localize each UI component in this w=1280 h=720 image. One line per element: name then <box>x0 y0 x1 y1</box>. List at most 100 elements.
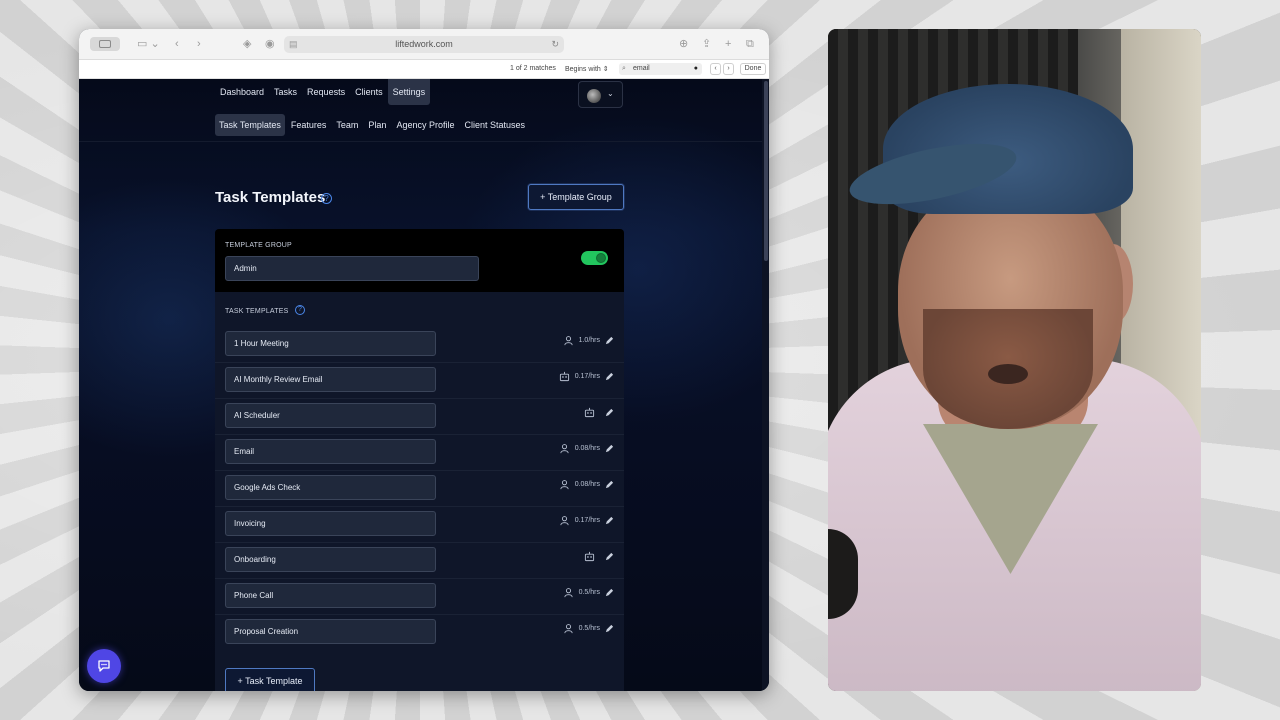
webcam-mouth <box>988 364 1028 384</box>
template-group-enabled-toggle[interactable] <box>581 251 608 265</box>
nav-requests[interactable]: Requests <box>302 79 350 105</box>
find-mode-label: Begins with <box>565 66 601 73</box>
toggle-knob <box>596 253 606 263</box>
find-done-button[interactable]: Done <box>740 63 766 75</box>
add-template-group-button[interactable]: + Template Group <box>528 184 624 210</box>
pencil-icon[interactable] <box>605 444 614 453</box>
list-item: AI Monthly Review Email 0.17/hrs <box>215 363 624 399</box>
task-template-name-input[interactable]: Onboarding <box>225 547 436 572</box>
nav-tasks[interactable]: Tasks <box>269 79 302 105</box>
forward-icon[interactable]: › <box>197 37 201 51</box>
pencil-icon[interactable] <box>605 336 614 345</box>
add-task-template-button[interactable]: + Task Template <box>225 668 315 691</box>
find-next-button[interactable]: › <box>723 63 734 75</box>
page-icon: ▤ <box>289 39 298 49</box>
nav-settings[interactable]: Settings <box>387 79 431 105</box>
pencil-icon[interactable] <box>605 624 614 633</box>
find-mode-select[interactable]: Begins with ⇕ <box>565 65 609 73</box>
help-icon[interactable]: ? <box>321 193 332 204</box>
find-input[interactable]: ⌕ email ● <box>619 63 702 75</box>
clear-icon[interactable]: ● <box>694 63 698 75</box>
person-icon <box>559 443 570 454</box>
task-template-meta: 0.5/hrs <box>563 587 614 598</box>
nav-dashboard[interactable]: Dashboard <box>215 79 269 105</box>
new-tab-icon[interactable]: + <box>725 37 731 51</box>
pencil-icon[interactable] <box>605 408 614 417</box>
user-menu-button[interactable]: ⌄ <box>578 81 623 108</box>
tab-overview-icon[interactable]: ▭ ⌄ <box>137 37 160 51</box>
task-template-meta: 0.5/hrs <box>563 623 614 634</box>
template-group-name-input[interactable]: Admin <box>225 256 479 281</box>
person-icon <box>559 479 570 490</box>
pencil-icon[interactable] <box>605 480 614 489</box>
task-template-name-input[interactable]: AI Monthly Review Email <box>225 367 436 392</box>
share-icon[interactable]: ⇪ <box>702 37 711 51</box>
template-group-header: TEMPLATE GROUP Admin <box>215 229 624 292</box>
task-template-hours: 0.5/hrs <box>578 589 600 596</box>
tab-agency-profile[interactable]: Agency Profile <box>392 114 458 136</box>
address-bar[interactable]: ▤ liftedwork.com ↻ <box>284 36 564 53</box>
tab-client-statuses[interactable]: Client Statuses <box>460 114 529 136</box>
list-item: Onboarding <box>215 543 624 579</box>
task-templates-help-icon[interactable]: ? <box>295 305 305 315</box>
task-template-meta: 0.17/hrs <box>559 515 614 526</box>
task-template-name-input[interactable]: 1 Hour Meeting <box>225 331 436 356</box>
back-icon[interactable]: ‹ <box>175 37 179 51</box>
settings-subnav: Task Templates Features Team Plan Agency… <box>215 114 529 136</box>
pencil-icon[interactable] <box>605 552 614 561</box>
task-template-name-input[interactable]: Email <box>225 439 436 464</box>
reload-icon[interactable]: ↻ <box>551 36 559 53</box>
list-item: Google Ads Check 0.08/hrs <box>215 471 624 507</box>
tabs-icon[interactable]: ⧉ <box>746 37 754 51</box>
task-template-meta: 1.0/hrs <box>563 335 614 346</box>
task-template-hours: 0.5/hrs <box>578 625 600 632</box>
sidebar-toggle-icon[interactable] <box>90 37 120 51</box>
tab-plan[interactable]: Plan <box>364 114 390 136</box>
tab-task-templates[interactable]: Task Templates <box>215 114 285 136</box>
task-template-name-input[interactable]: Proposal Creation <box>225 619 436 644</box>
list-item: 1 Hour Meeting 1.0/hrs <box>215 327 624 363</box>
browser-toolbar: ▭ ⌄ ‹ › ◈ ◉ ▤ liftedwork.com ↻ ⊕ ⇪ + ⧉ <box>79 29 769 60</box>
pencil-icon[interactable] <box>605 588 614 597</box>
pencil-icon[interactable] <box>605 516 614 525</box>
add-template-group-label: Template Group <box>547 192 612 202</box>
avatar <box>587 89 601 103</box>
task-template-hours: 0.17/hrs <box>574 373 600 380</box>
download-icon[interactable]: ⊕ <box>679 37 688 51</box>
tab-features[interactable]: Features <box>287 114 331 136</box>
task-template-meta: 0.17/hrs <box>559 371 614 382</box>
person-icon <box>563 335 574 346</box>
page-title: Task Templates <box>215 189 326 206</box>
robot-icon <box>584 407 595 418</box>
robot-icon <box>559 371 570 382</box>
nav-clients[interactable]: Clients <box>350 79 388 105</box>
extension-icon[interactable]: ◉ <box>265 37 275 51</box>
find-bar: 1 of 2 matches Begins with ⇕ ⌕ email ● ‹… <box>79 60 769 79</box>
webcam-feed <box>828 29 1201 691</box>
task-template-name-input[interactable]: Phone Call <box>225 583 436 608</box>
chat-button[interactable] <box>87 649 121 683</box>
list-item: AI Scheduler <box>215 399 624 435</box>
browser-window: ▭ ⌄ ‹ › ◈ ◉ ▤ liftedwork.com ↻ ⊕ ⇪ + ⧉ 1… <box>79 29 769 691</box>
task-template-name-input[interactable]: AI Scheduler <box>225 403 436 428</box>
find-count: 1 of 2 matches <box>510 65 556 72</box>
task-template-hours: 1.0/hrs <box>578 337 600 344</box>
task-template-meta <box>584 407 614 418</box>
list-item: Phone Call 0.5/hrs <box>215 579 624 615</box>
person-icon <box>563 587 574 598</box>
task-template-name-input[interactable]: Google Ads Check <box>225 475 436 500</box>
template-group-card: TEMPLATE GROUP Admin TASK TEMPLATES ? 1 … <box>215 229 624 691</box>
list-item: Proposal Creation 0.5/hrs <box>215 615 624 651</box>
add-task-template-label: Task Template <box>245 676 303 686</box>
list-item: Email 0.08/hrs <box>215 435 624 471</box>
shield-icon[interactable]: ◈ <box>243 37 251 51</box>
task-template-name-input[interactable]: Invoicing <box>225 511 436 536</box>
scrollbar-thumb[interactable] <box>764 81 768 261</box>
search-icon: ⌕ <box>622 65 626 72</box>
pencil-icon[interactable] <box>605 372 614 381</box>
find-query: email <box>633 65 650 72</box>
find-prev-button[interactable]: ‹ <box>710 63 721 75</box>
tab-team[interactable]: Team <box>332 114 362 136</box>
scrollbar[interactable] <box>762 79 769 691</box>
task-template-hours: 0.08/hrs <box>574 445 600 452</box>
